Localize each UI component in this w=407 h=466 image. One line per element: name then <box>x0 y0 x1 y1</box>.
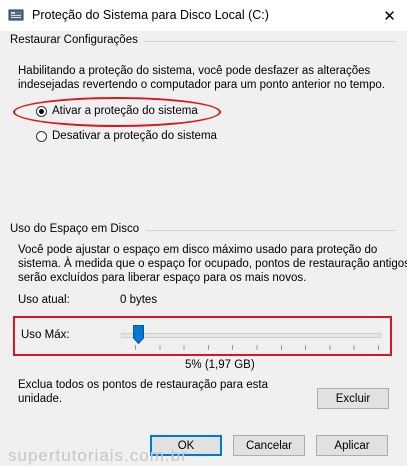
max-usage-value: 5% (1,97 GB) <box>185 359 255 371</box>
restore-group-title: Restaurar Configurações <box>10 34 144 46</box>
disk-description-line3: serão excluídos para liberar espaço para… <box>18 272 307 284</box>
radio-disable-label: Desativar a proteção do sistema <box>52 130 217 142</box>
radio-disable-protection[interactable]: Desativar a proteção do sistema <box>36 130 217 142</box>
max-usage-slider-thumb[interactable] <box>133 325 144 344</box>
title-bar: Proteção do Sistema para Disco Local (C:… <box>0 0 407 31</box>
close-button[interactable]: ✕ <box>372 0 407 31</box>
disk-description-line1: Você pode ajustar o espaço em disco máxi… <box>18 244 378 256</box>
delete-text-line1: Exclua todos os pontos de restauração pa… <box>18 379 268 391</box>
close-icon: ✕ <box>383 7 396 25</box>
system-protection-icon <box>8 9 24 21</box>
apply-button-label: Aplicar <box>334 439 370 452</box>
delete-button-label: Excluir <box>335 392 371 405</box>
max-usage-label: Uso Máx: <box>21 329 70 341</box>
cancel-button-label: Cancelar <box>245 439 293 452</box>
current-usage-label: Uso atual: <box>18 294 70 306</box>
radio-unselected-icon <box>36 130 47 142</box>
restore-description-line2: indesejadas revertendo o computador para… <box>18 79 385 91</box>
max-usage-slider-track[interactable] <box>121 333 381 338</box>
disk-group-title: Uso do Espaço em Disco <box>10 223 146 235</box>
current-usage-value: 0 bytes <box>120 294 158 306</box>
disk-description-line2: sistema. À medida que o espaço for ocupa… <box>18 258 407 270</box>
delete-text-line2: unidade. <box>18 393 63 405</box>
watermark: supertutoriais.com.br <box>8 446 188 465</box>
cancel-button[interactable]: Cancelar <box>233 435 305 456</box>
apply-button[interactable]: Aplicar <box>316 435 388 456</box>
highlight-ellipse <box>13 97 221 127</box>
delete-button[interactable]: Excluir <box>317 388 389 409</box>
dialog-body: Restaurar Configurações Habilitando a pr… <box>0 31 407 466</box>
window-title: Proteção do Sistema para Disco Local (C:… <box>32 8 269 22</box>
restore-description-line1: Habilitando a proteção do sistema, você … <box>18 65 371 77</box>
slider-ticks <box>135 345 381 350</box>
